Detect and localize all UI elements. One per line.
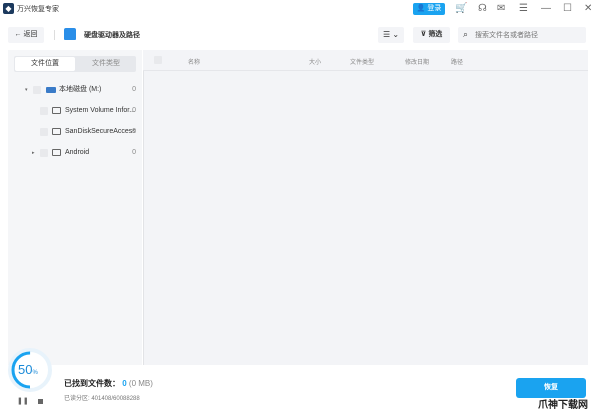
column-size[interactable]: 大小 (309, 57, 321, 66)
checkbox[interactable] (40, 149, 48, 157)
column-type[interactable]: 文件类型 (350, 57, 374, 66)
tree-item-folder[interactable]: ▸ Android 0 (16, 146, 142, 160)
expand-arrow-icon[interactable]: ▸ (32, 146, 35, 160)
checkbox[interactable] (40, 107, 48, 115)
filter-button[interactable]: ⊽ 筛选 (413, 27, 450, 43)
filter-label: 筛选 (428, 31, 443, 38)
folder-icon (52, 107, 61, 114)
partition-progress: 已读分区: 401408/60088288 (64, 396, 140, 402)
menu-icon[interactable]: ☰ (519, 2, 528, 16)
minimize-icon[interactable]: — (541, 2, 551, 16)
mail-icon[interactable]: ✉ (497, 2, 505, 16)
stop-icon[interactable] (38, 399, 43, 404)
select-all-checkbox[interactable] (154, 56, 162, 64)
file-list (143, 50, 588, 365)
found-count: 0 (122, 379, 127, 388)
back-label: 返回 (23, 31, 38, 38)
percent-sign: % (32, 370, 38, 376)
filter-icon: ⊽ (420, 31, 427, 38)
divider (54, 30, 55, 40)
title-bar: ◆ 万兴恢复专家 👤 登录 🛒 ☊ ✉ ☰ — ☐ ✕ (0, 0, 600, 20)
login-button[interactable]: 👤 登录 (413, 3, 445, 15)
expand-arrow-icon[interactable]: ▾ (25, 83, 28, 97)
sidebar-tabs: 文件位置 文件类型 (14, 56, 136, 72)
tree-item-label: SanDiskSecureAccess (65, 128, 136, 135)
folder-icon (52, 149, 61, 156)
tab-file-location[interactable]: 文件位置 (15, 57, 75, 71)
tree-item-count: 0 (132, 149, 136, 156)
tree-item-folder[interactable]: SanDiskSecureAccess 0 (16, 125, 142, 139)
checkbox[interactable] (33, 86, 41, 94)
login-label: 登录 (427, 5, 442, 12)
column-name[interactable]: 名称 (188, 57, 200, 66)
tree-item-label: 本地磁盘 (M:) (59, 86, 102, 93)
support-icon[interactable]: ☊ (478, 2, 487, 16)
folder-icon (52, 128, 61, 135)
progress-value: 50 (18, 362, 33, 377)
found-files: 已找到文件数： 0 (0 MB) (64, 378, 153, 389)
column-path[interactable]: 路径 (451, 57, 463, 66)
found-label: 已找到文件数： (64, 379, 120, 388)
tree-item-label: Android (65, 149, 90, 156)
app-logo-icon: ◆ (3, 3, 14, 14)
tree-item-count: 0 (132, 86, 136, 93)
page-title: 硬盘驱动器及路径 (84, 32, 140, 39)
tree-item-folder[interactable]: System Volume Infor... 0 (16, 104, 142, 118)
search-icon: ⌕ (463, 29, 469, 39)
progress-label: 50% (18, 362, 38, 377)
checkbox[interactable] (40, 128, 48, 136)
app-title: 万兴恢复专家 (17, 6, 59, 13)
disk-icon (46, 87, 56, 93)
search-input[interactable] (458, 27, 586, 43)
cart-icon[interactable]: 🛒 (455, 2, 467, 16)
hard-drive-icon (64, 28, 76, 40)
found-size: (0 MB) (128, 379, 153, 388)
sidebar: ▾ 本地磁盘 (M:) 0 System Volume Infor... 0 S… (8, 50, 142, 365)
pause-icon[interactable]: ❚❚ (17, 397, 29, 405)
tree-item-count: 0 (132, 128, 136, 135)
close-icon[interactable]: ✕ (584, 2, 592, 16)
column-modified[interactable]: 修改日期 (405, 57, 429, 66)
table-header: 名称 大小 文件类型 修改日期 路径 (143, 50, 588, 71)
maximize-icon[interactable]: ☐ (563, 2, 572, 16)
view-mode-button[interactable]: ☰ ⌄ (378, 27, 404, 43)
tab-file-type[interactable]: 文件类型 (76, 57, 136, 71)
back-button[interactable]: ← 返回 (8, 27, 44, 43)
tree-item-local-disk[interactable]: ▾ 本地磁盘 (M:) 0 (16, 83, 142, 97)
tree-item-count: 0 (132, 107, 136, 114)
tree-item-label: System Volume Infor... (65, 107, 136, 114)
recover-button[interactable]: 恢复 (516, 378, 586, 398)
